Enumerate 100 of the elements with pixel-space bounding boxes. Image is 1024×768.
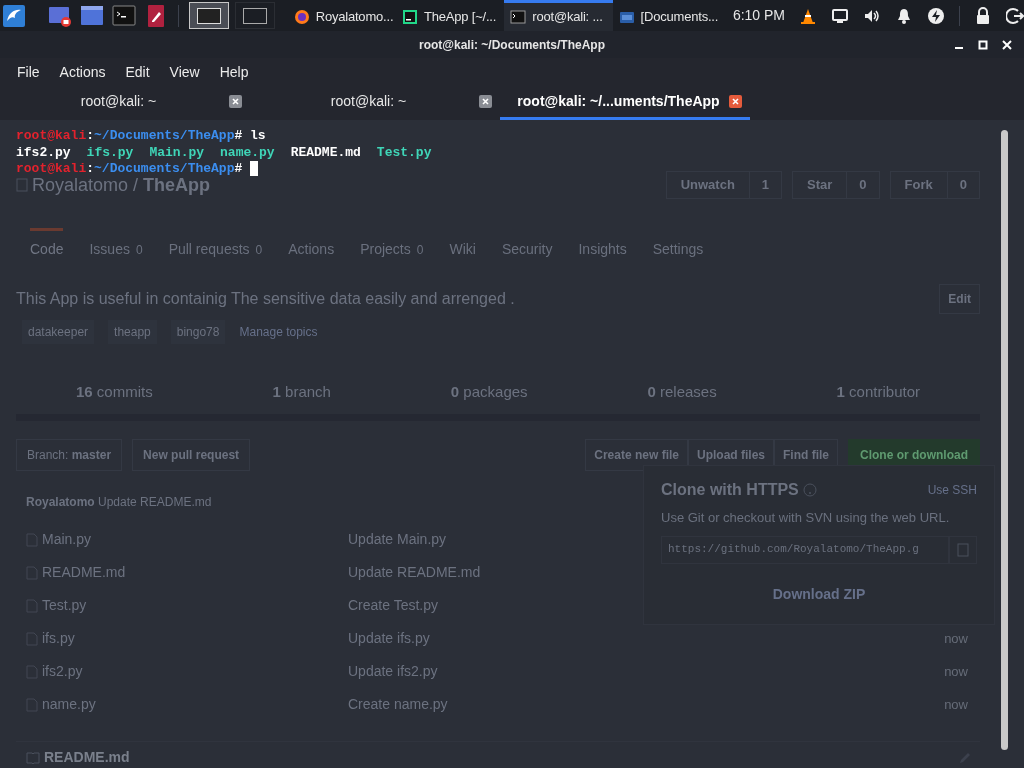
repo-icon [16,178,28,192]
scrollbar-thumb[interactable] [1001,130,1008,750]
download-zip-link[interactable]: Download ZIP [772,583,866,605]
clock: 6:10 PM [732,6,785,25]
folder-icon [618,9,635,25]
repo-tab[interactable]: Actions [288,228,335,268]
file-name[interactable]: Main.py [42,529,348,550]
taskbar-item[interactable]: root@kali: ... [504,0,613,31]
repo-action-button[interactable]: Unwatch [665,171,750,199]
lock-icon[interactable] [974,6,992,25]
popup-hint: Use Git or checkout with SVN using the web URL. [661,509,950,527]
command-text: # ls [234,128,266,145]
repo-stat[interactable]: 1 branch [272,380,331,404]
book-icon [26,751,40,764]
taskbar-item[interactable]: [Documents... [612,0,721,31]
file-icon [26,631,38,646]
repo-tab[interactable]: Settings [652,228,704,268]
taskbar-item[interactable]: Royalatomo... [287,0,396,31]
commit-message[interactable]: Create Test.py [348,595,438,616]
maximize-icon[interactable] [978,39,988,50]
commit-message[interactable]: Update ifs2.py [348,661,438,682]
repo-stat[interactable]: 0 packages [450,380,528,404]
taskbar-item[interactable]: TheApp [~/... [396,0,505,31]
prompt-separator: : [86,128,95,145]
repo-stat[interactable]: 0 releases [647,380,717,404]
menu-item[interactable]: Actions [59,61,106,83]
prompt-separator: : [86,161,95,178]
repo-action-button[interactable]: Fork [889,171,948,199]
commit-message[interactable]: Update ifs.py [348,628,430,649]
repo-tab[interactable]: Security [501,228,553,268]
repo-tab[interactable]: Code [30,228,64,268]
file-icon [26,664,38,679]
commit-message[interactable]: Update README.md [348,562,481,583]
terminal-tab[interactable]: root@kali: ~/...uments/TheApp [500,86,750,120]
count-label: 1 [749,171,783,199]
last-commit-text: Royalatomo Update README.md [26,494,212,511]
file-name[interactable]: ifs2.py [42,661,348,682]
repo-tab[interactable]: Pull requests 0 [168,228,263,268]
repo-description: This App is useful in containig The sensitive data easily and arrenged . [16,289,515,309]
repo-tab[interactable]: Wiki [449,228,476,268]
branch-dropdown[interactable]: Branch: master [16,439,123,471]
file-icon [26,565,38,580]
count-label: 0 [847,171,880,199]
workspace-button[interactable] [234,2,275,29]
tab-close-icon[interactable] [479,95,492,108]
terminal-tab[interactable]: root@kali: ~ [0,86,250,120]
new-pull-request-button[interactable]: New pull request [132,439,251,471]
prompt-user: root@kali [16,161,87,178]
count-label: 0 [947,171,980,199]
file-icon [26,598,38,613]
commit-message[interactable]: Create name.py [348,694,448,715]
file-name[interactable]: README.md [42,562,348,583]
display-icon[interactable] [831,6,849,25]
file-name: ifs.py [86,144,134,161]
terminal-icon[interactable] [112,3,136,28]
window-title: root@kali: ~/Documents/TheApp [418,36,606,54]
file-icon [26,697,38,712]
file-name: Main.py [149,144,205,161]
readme-title: README.md [44,748,130,767]
popup-title: Clone with HTTPS [661,480,799,500]
file-name[interactable]: ifs.py [42,628,348,649]
url-field[interactable]: https://github.com/Royalatomo/TheApp.g [661,535,949,564]
clipboard-icon[interactable] [949,535,977,564]
prompt-path: ~/Documents/TheApp [94,128,235,145]
menu-item[interactable]: View [169,61,200,83]
dragon-icon[interactable] [2,3,26,28]
tab-close-icon[interactable] [229,95,242,108]
file-name[interactable]: Test.py [42,595,348,616]
file-name: name.py [220,144,275,161]
repo-stat[interactable]: 16 commits [75,380,153,404]
terminal-tab[interactable]: root@kali: ~ [250,86,500,120]
file-name: README.md [290,144,361,161]
topic-tag[interactable]: bingo78 [170,320,226,344]
menu-item[interactable]: Edit [125,61,150,83]
use-ssh-link[interactable]: Use SSH [927,481,977,499]
menu-item[interactable]: File [17,61,40,83]
topic-tag[interactable]: datakeeper [22,320,95,344]
prompt-path: ~/Documents/TheApp [94,161,235,178]
close-icon[interactable] [1002,39,1012,50]
edit-button[interactable]: Edit [939,284,980,314]
topic-tag[interactable]: theapp [108,320,157,344]
logout-icon[interactable] [1006,6,1024,25]
repo-stat[interactable]: 1 contributor [836,380,920,404]
lightning-icon[interactable] [927,6,945,25]
window-icon[interactable] [80,3,104,28]
menu-item[interactable]: Help [219,61,249,83]
file-name: ifs2.py [16,144,71,161]
file-name[interactable]: name.py [42,694,348,715]
tab-close-icon[interactable] [729,95,742,108]
commit-time: now [944,662,969,681]
bell-icon[interactable] [895,6,913,25]
commit-time: now [944,629,969,648]
repo-action-button[interactable]: Star [792,171,848,199]
commit-time: now [944,695,969,714]
manage-topics-link[interactable]: Manage topics [239,323,318,341]
repo-tab[interactable]: Insights [578,228,627,268]
commit-message[interactable]: Update Main.py [348,529,447,550]
repo-tab[interactable]: Issues 0 [89,228,143,268]
repo-tab[interactable]: Projects 0 [360,228,424,268]
browser-icon [293,9,310,25]
